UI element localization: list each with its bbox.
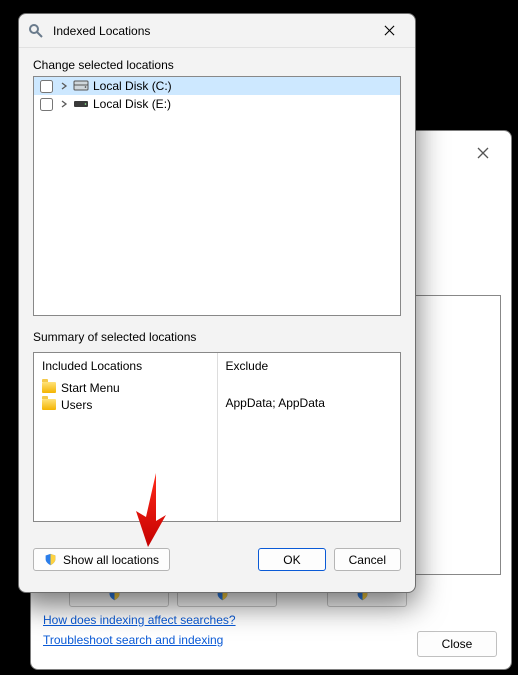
window-title: Indexed Locations — [53, 24, 369, 38]
included-column: Included Locations Start Menu Users — [34, 353, 218, 521]
help-link-indexing[interactable]: How does indexing affect searches? — [43, 613, 236, 627]
tree-checkbox-c[interactable] — [40, 80, 53, 93]
ok-label: OK — [283, 553, 300, 567]
cancel-label: Cancel — [349, 553, 386, 567]
included-item-start-menu[interactable]: Start Menu — [42, 379, 209, 396]
change-locations-label: Change selected locations — [33, 58, 401, 72]
close-icon — [384, 25, 395, 36]
exclude-text: AppData; AppData — [226, 396, 393, 410]
included-header: Included Locations — [42, 359, 209, 373]
help-links: How does indexing affect searches? Troub… — [43, 613, 236, 647]
indexed-locations-dialog: Indexed Locations Change selected locati… — [18, 13, 416, 593]
tree-checkbox-e[interactable] — [40, 98, 53, 111]
cancel-button[interactable]: Cancel — [334, 548, 401, 571]
ok-button[interactable]: OK — [258, 548, 325, 571]
exclude-header: Exclude — [226, 359, 393, 373]
back-close-label: Close — [442, 637, 473, 651]
folder-icon — [42, 399, 56, 410]
close-icon — [477, 147, 489, 159]
included-label-0: Start Menu — [61, 381, 120, 395]
shield-icon — [44, 553, 57, 566]
show-all-locations-button[interactable]: Show all locations — [33, 548, 170, 571]
titlebar: Indexed Locations — [19, 14, 415, 48]
expander-icon[interactable] — [59, 99, 69, 109]
help-link-troubleshoot[interactable]: Troubleshoot search and indexing — [43, 633, 236, 647]
show-all-label: Show all locations — [63, 553, 159, 567]
summary-label: Summary of selected locations — [33, 330, 401, 344]
tree-label-c: Local Disk (C:) — [93, 79, 172, 93]
included-label-1: Users — [61, 398, 92, 412]
folder-icon — [42, 382, 56, 393]
app-icon — [27, 22, 45, 40]
tree-row-e-drive[interactable]: Local Disk (E:) — [34, 95, 400, 113]
hdd-icon — [73, 80, 89, 92]
drive-icon — [73, 98, 89, 110]
dialog-body: Change selected locations Local Disk (C:… — [19, 48, 415, 592]
window-close-button[interactable] — [369, 17, 409, 45]
back-close-button[interactable]: Close — [417, 631, 497, 657]
locations-tree[interactable]: Local Disk (C:) Local Disk (E:) — [33, 76, 401, 316]
summary-box: Included Locations Start Menu Users Excl… — [33, 352, 401, 522]
included-item-users[interactable]: Users — [42, 396, 209, 413]
exclude-column: Exclude AppData; AppData — [218, 353, 401, 521]
exclude-spacer — [226, 379, 393, 396]
expander-icon[interactable] — [59, 81, 69, 91]
dialog-footer: Show all locations OK Cancel — [33, 522, 401, 571]
tree-row-c-drive[interactable]: Local Disk (C:) — [34, 77, 400, 95]
tree-label-e: Local Disk (E:) — [93, 97, 171, 111]
back-window-close-button[interactable] — [467, 139, 499, 167]
